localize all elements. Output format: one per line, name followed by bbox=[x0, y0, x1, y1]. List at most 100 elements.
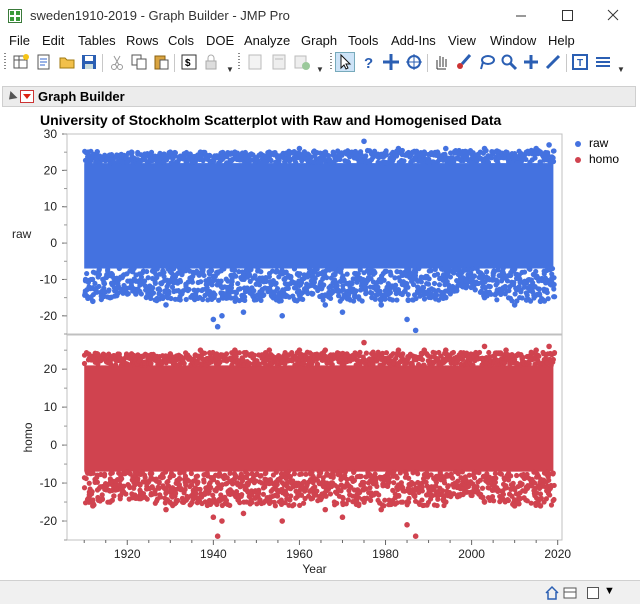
data-point-peak-homo[interactable] bbox=[361, 339, 367, 346]
data-point-peak-raw[interactable] bbox=[296, 145, 303, 152]
data-point-homo[interactable] bbox=[385, 483, 391, 489]
help-tool-icon[interactable]: ? bbox=[360, 53, 378, 71]
menu-analyze[interactable]: Analyze bbox=[244, 33, 290, 48]
data-point-homo[interactable] bbox=[550, 497, 556, 504]
menu-help[interactable]: Help bbox=[548, 33, 575, 48]
data-point-peak-raw[interactable] bbox=[481, 145, 488, 152]
data-point-raw[interactable] bbox=[469, 266, 475, 272]
data-point-raw[interactable] bbox=[165, 288, 172, 294]
data-point-raw[interactable] bbox=[183, 296, 189, 303]
data-point-raw[interactable] bbox=[154, 266, 160, 272]
data-point-homo[interactable] bbox=[523, 497, 529, 503]
data-point-homo[interactable] bbox=[450, 349, 456, 356]
data-point-homo[interactable] bbox=[420, 362, 426, 368]
hand-tool-icon[interactable] bbox=[432, 53, 450, 71]
data-point-raw[interactable] bbox=[171, 266, 177, 272]
data-point-homo[interactable] bbox=[238, 493, 244, 499]
data-point-raw[interactable] bbox=[293, 160, 299, 166]
data-point-raw[interactable] bbox=[235, 280, 241, 287]
data-point-homo[interactable] bbox=[262, 470, 268, 477]
data-point-homo[interactable] bbox=[181, 360, 187, 367]
data-point-homo[interactable] bbox=[374, 483, 380, 489]
data-point-raw[interactable] bbox=[512, 266, 518, 272]
data-point-homo[interactable] bbox=[243, 352, 249, 358]
data-point-raw[interactable] bbox=[327, 295, 334, 302]
data-point-raw[interactable] bbox=[150, 290, 157, 296]
data-point-raw[interactable] bbox=[111, 159, 117, 165]
data-point-homo[interactable] bbox=[415, 361, 422, 368]
data-point-homo[interactable] bbox=[334, 500, 340, 506]
data-point-raw[interactable] bbox=[551, 275, 557, 281]
data-point-homo[interactable] bbox=[476, 470, 482, 476]
data-point-raw[interactable] bbox=[345, 159, 351, 165]
data-point-homo[interactable] bbox=[148, 361, 154, 367]
data-point-homo[interactable] bbox=[340, 494, 346, 501]
data-point-homo[interactable] bbox=[494, 485, 500, 491]
data-point-trough-homo[interactable] bbox=[240, 510, 247, 517]
data-point-homo[interactable] bbox=[536, 353, 542, 359]
data-point-trough-homo[interactable] bbox=[90, 503, 96, 509]
data-point-peak-homo[interactable] bbox=[94, 351, 100, 357]
data-point-homo[interactable] bbox=[367, 485, 373, 491]
data-point-homo[interactable] bbox=[249, 499, 255, 506]
data-point-raw[interactable] bbox=[434, 292, 440, 298]
data-point-trough-homo[interactable] bbox=[442, 499, 449, 505]
data-point-homo[interactable] bbox=[152, 491, 158, 497]
data-point-peak-raw[interactable] bbox=[421, 149, 428, 155]
lasso-tool-icon[interactable] bbox=[478, 53, 496, 71]
data-point-peak-homo[interactable] bbox=[322, 347, 329, 353]
data-point-homo[interactable] bbox=[227, 502, 233, 508]
add-icon[interactable] bbox=[293, 53, 311, 71]
data-point-homo[interactable] bbox=[492, 470, 499, 477]
data-point-raw[interactable] bbox=[96, 267, 102, 273]
data-point-peak-homo[interactable] bbox=[266, 347, 273, 353]
paste-icon[interactable] bbox=[152, 53, 170, 71]
data-point-raw[interactable] bbox=[108, 151, 115, 158]
data-point-peak-homo[interactable] bbox=[442, 347, 449, 353]
data-point-trough-homo[interactable] bbox=[511, 503, 518, 509]
data-point-peak-homo[interactable] bbox=[197, 347, 204, 353]
data-point-trough-raw[interactable] bbox=[133, 291, 139, 297]
data-point-homo[interactable] bbox=[194, 480, 200, 487]
data-point-peak-raw[interactable] bbox=[94, 153, 100, 159]
menu-view[interactable]: View bbox=[448, 33, 476, 48]
data-point-raw[interactable] bbox=[314, 266, 320, 272]
data-point-raw[interactable] bbox=[300, 296, 306, 302]
data-point-homo[interactable] bbox=[396, 492, 402, 499]
report-icon[interactable] bbox=[246, 53, 264, 71]
data-point-raw[interactable] bbox=[536, 286, 543, 292]
data-point-peak-homo[interactable] bbox=[546, 343, 552, 350]
data-point-homo[interactable] bbox=[403, 470, 409, 476]
data-point-homo[interactable] bbox=[144, 496, 150, 502]
brush-tool-icon[interactable] bbox=[455, 53, 473, 71]
data-point-raw[interactable] bbox=[297, 271, 303, 277]
data-point-raw[interactable] bbox=[545, 296, 551, 302]
data-point-homo[interactable] bbox=[273, 469, 279, 475]
toolbar-overflow-icon[interactable]: ▼ bbox=[617, 65, 625, 74]
toolbar-overflow-icon[interactable]: ▼ bbox=[316, 65, 324, 74]
data-point-raw[interactable] bbox=[124, 291, 130, 297]
data-point-homo[interactable] bbox=[303, 471, 309, 477]
data-point-homo[interactable] bbox=[368, 497, 374, 503]
data-point-raw[interactable] bbox=[431, 280, 438, 287]
data-point-raw[interactable] bbox=[381, 277, 387, 283]
data-point-homo[interactable] bbox=[194, 473, 201, 479]
menu-tables[interactable]: Tables bbox=[78, 33, 116, 48]
menu-edit[interactable]: Edit bbox=[42, 33, 64, 48]
data-point-homo[interactable] bbox=[147, 471, 153, 477]
data-point-raw[interactable] bbox=[324, 275, 330, 281]
data-point-trough-homo[interactable] bbox=[163, 506, 169, 513]
data-point-raw[interactable] bbox=[426, 276, 432, 282]
data-point-homo[interactable] bbox=[486, 349, 492, 356]
data-point-raw[interactable] bbox=[394, 297, 400, 303]
data-point-trough-homo[interactable] bbox=[214, 533, 221, 540]
data-point-raw[interactable] bbox=[471, 273, 478, 279]
data-band-raw[interactable] bbox=[84, 163, 554, 269]
data-point-raw[interactable] bbox=[258, 297, 264, 304]
data-point-homo[interactable] bbox=[102, 471, 108, 477]
data-point-homo[interactable] bbox=[551, 482, 557, 489]
data-point-peak-homo[interactable] bbox=[481, 343, 488, 350]
data-point-trough-raw[interactable] bbox=[378, 302, 385, 308]
data-band-homo[interactable] bbox=[84, 365, 554, 472]
data-point-trough-homo[interactable] bbox=[339, 514, 346, 521]
